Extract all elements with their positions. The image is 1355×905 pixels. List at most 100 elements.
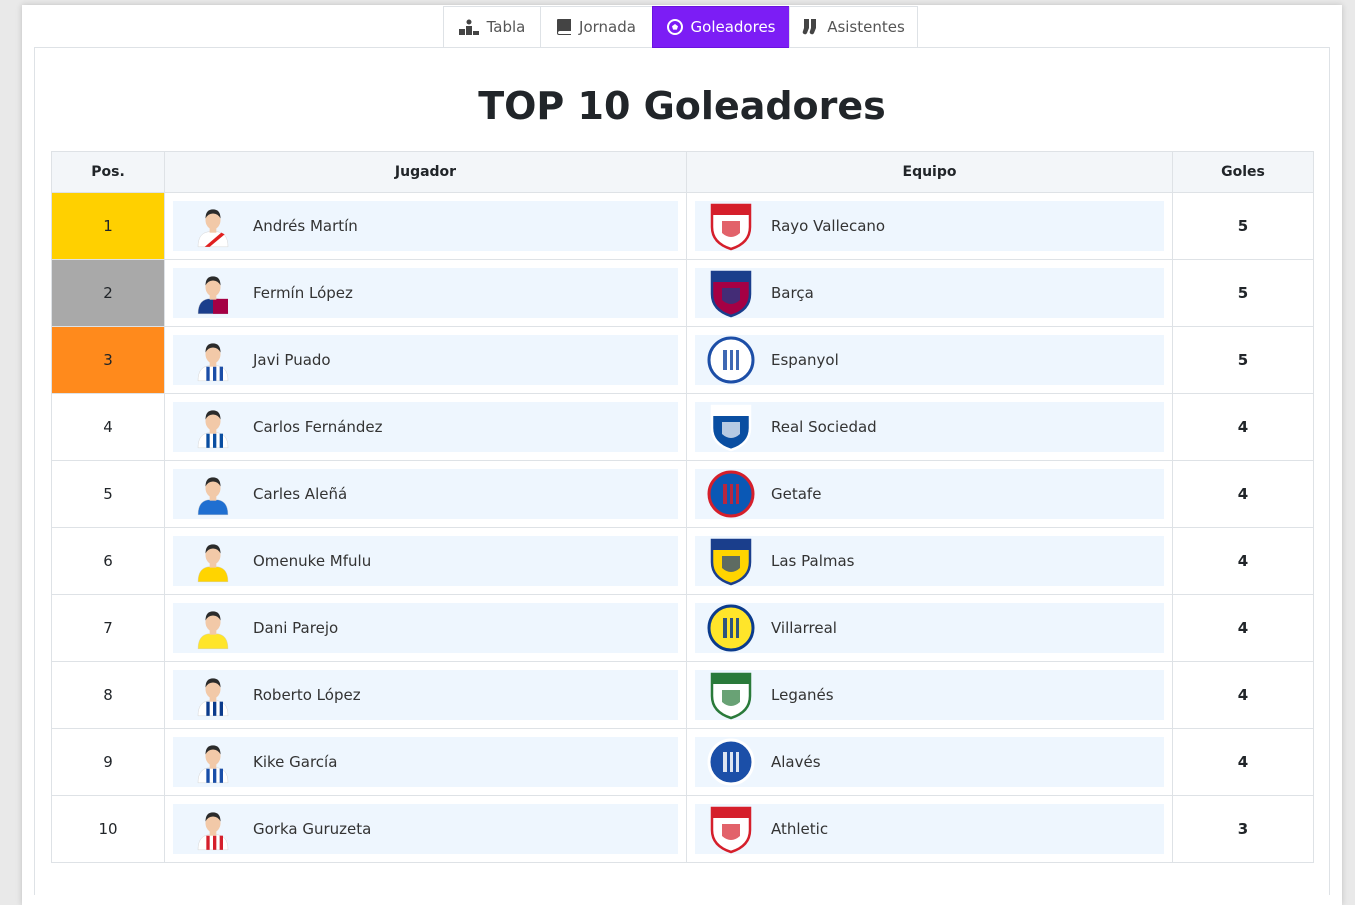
header-team[interactable]: Equipo	[686, 151, 1173, 193]
team-link[interactable]: Leganés	[695, 670, 1164, 720]
table-row: 2 Fermín López Barça 5	[51, 259, 1314, 327]
player-link[interactable]: Fermín López	[173, 268, 678, 318]
player-cell: Roberto López	[164, 661, 687, 729]
player-link[interactable]: Javi Puado	[173, 335, 678, 385]
tab-label: Asistentes	[827, 18, 905, 36]
team-link[interactable]: Alavés	[695, 737, 1164, 787]
player-name: Fermín López	[253, 284, 353, 302]
player-link[interactable]: Gorka Guruzeta	[173, 804, 678, 854]
header-goals[interactable]: Goles	[1172, 151, 1314, 193]
team-crest-icon	[701, 536, 761, 586]
book-icon	[557, 19, 572, 35]
player-link[interactable]: Omenuke Mfulu	[173, 536, 678, 586]
goals-value: 3	[1237, 820, 1249, 838]
team-cell: Barça	[686, 259, 1173, 327]
player-cell: Dani Parejo	[164, 594, 687, 662]
goals-cell: 5	[1172, 192, 1314, 260]
table-row: 7 Dani Parejo Villarreal 4	[51, 594, 1314, 662]
goals-cell: 4	[1172, 594, 1314, 662]
team-name: Villarreal	[771, 619, 837, 637]
position-value: 6	[103, 552, 113, 570]
goals-cell: 3	[1172, 795, 1314, 863]
team-link[interactable]: Barça	[695, 268, 1164, 318]
position-value: 8	[103, 686, 113, 704]
position-cell: 4	[51, 393, 165, 461]
team-cell: Getafe	[686, 460, 1173, 528]
team-link[interactable]: Getafe	[695, 469, 1164, 519]
goals-value: 5	[1237, 351, 1249, 369]
position-value: 1	[103, 217, 113, 235]
player-link[interactable]: Dani Parejo	[173, 603, 678, 653]
tab-goleadores[interactable]: Goleadores	[652, 6, 790, 48]
position-value: 2	[103, 284, 113, 302]
player-avatar-icon	[183, 804, 243, 854]
position-cell: 2	[51, 259, 165, 327]
player-link[interactable]: Andrés Martín	[173, 201, 678, 251]
team-cell: Leganés	[686, 661, 1173, 729]
header-player[interactable]: Jugador	[164, 151, 687, 193]
scorers-table: Pos. Jugador Equipo Goles 1 Andrés Martín…	[51, 151, 1314, 863]
tab-asistentes[interactable]: Asistentes	[789, 6, 918, 48]
team-link[interactable]: Athletic	[695, 804, 1164, 854]
tab-tabla[interactable]: Tabla	[443, 6, 541, 48]
player-cell: Carles Aleñá	[164, 460, 687, 528]
player-link[interactable]: Kike García	[173, 737, 678, 787]
team-cell: Espanyol	[686, 326, 1173, 394]
team-cell: Alavés	[686, 728, 1173, 796]
tab-label: Jornada	[579, 18, 636, 36]
team-crest-icon	[701, 402, 761, 452]
team-crest-icon	[701, 335, 761, 385]
goals-cell: 4	[1172, 661, 1314, 729]
team-name: Barça	[771, 284, 814, 302]
player-avatar-icon	[183, 268, 243, 318]
player-avatar-icon	[183, 536, 243, 586]
goals-value: 4	[1237, 552, 1249, 570]
player-name: Carles Aleñá	[253, 485, 348, 503]
team-cell: Villarreal	[686, 594, 1173, 662]
position-cell: 1	[51, 192, 165, 260]
position-cell: 9	[51, 728, 165, 796]
player-link[interactable]: Carles Aleñá	[173, 469, 678, 519]
socks-icon	[802, 18, 817, 34]
position-value: 7	[103, 619, 113, 637]
position-value: 4	[103, 418, 113, 436]
goals-value: 5	[1237, 217, 1249, 235]
team-name: Leganés	[771, 686, 834, 704]
team-crest-icon	[701, 268, 761, 318]
team-link[interactable]: Rayo Vallecano	[695, 201, 1164, 251]
player-cell: Javi Puado	[164, 326, 687, 394]
player-name: Roberto López	[253, 686, 361, 704]
player-name: Omenuke Mfulu	[253, 552, 372, 570]
player-link[interactable]: Roberto López	[173, 670, 678, 720]
position-cell: 8	[51, 661, 165, 729]
table-row: 10 Gorka Guruzeta Athletic 3	[51, 795, 1314, 863]
position-cell: 6	[51, 527, 165, 595]
team-name: Getafe	[771, 485, 822, 503]
team-link[interactable]: Real Sociedad	[695, 402, 1164, 452]
team-crest-icon	[701, 804, 761, 854]
goals-value: 4	[1237, 686, 1249, 704]
team-link[interactable]: Las Palmas	[695, 536, 1164, 586]
player-avatar-icon	[183, 201, 243, 251]
player-avatar-icon	[183, 335, 243, 385]
player-avatar-icon	[183, 603, 243, 653]
team-cell: Athletic	[686, 795, 1173, 863]
team-name: Real Sociedad	[771, 418, 877, 436]
position-cell: 5	[51, 460, 165, 528]
soccer-ball-icon	[666, 19, 683, 35]
player-link[interactable]: Carlos Fernández	[173, 402, 678, 452]
team-link[interactable]: Villarreal	[695, 603, 1164, 653]
player-avatar-icon	[183, 737, 243, 787]
position-value: 10	[98, 820, 118, 838]
team-link[interactable]: Espanyol	[695, 335, 1164, 385]
player-name: Javi Puado	[253, 351, 331, 369]
player-cell: Gorka Guruzeta	[164, 795, 687, 863]
player-cell: Kike García	[164, 728, 687, 796]
goals-cell: 4	[1172, 393, 1314, 461]
header-pos[interactable]: Pos.	[51, 151, 165, 193]
player-avatar-icon	[183, 670, 243, 720]
team-name: Athletic	[771, 820, 829, 838]
tab-jornada[interactable]: Jornada	[540, 6, 653, 48]
team-crest-icon	[701, 201, 761, 251]
player-cell: Omenuke Mfulu	[164, 527, 687, 595]
